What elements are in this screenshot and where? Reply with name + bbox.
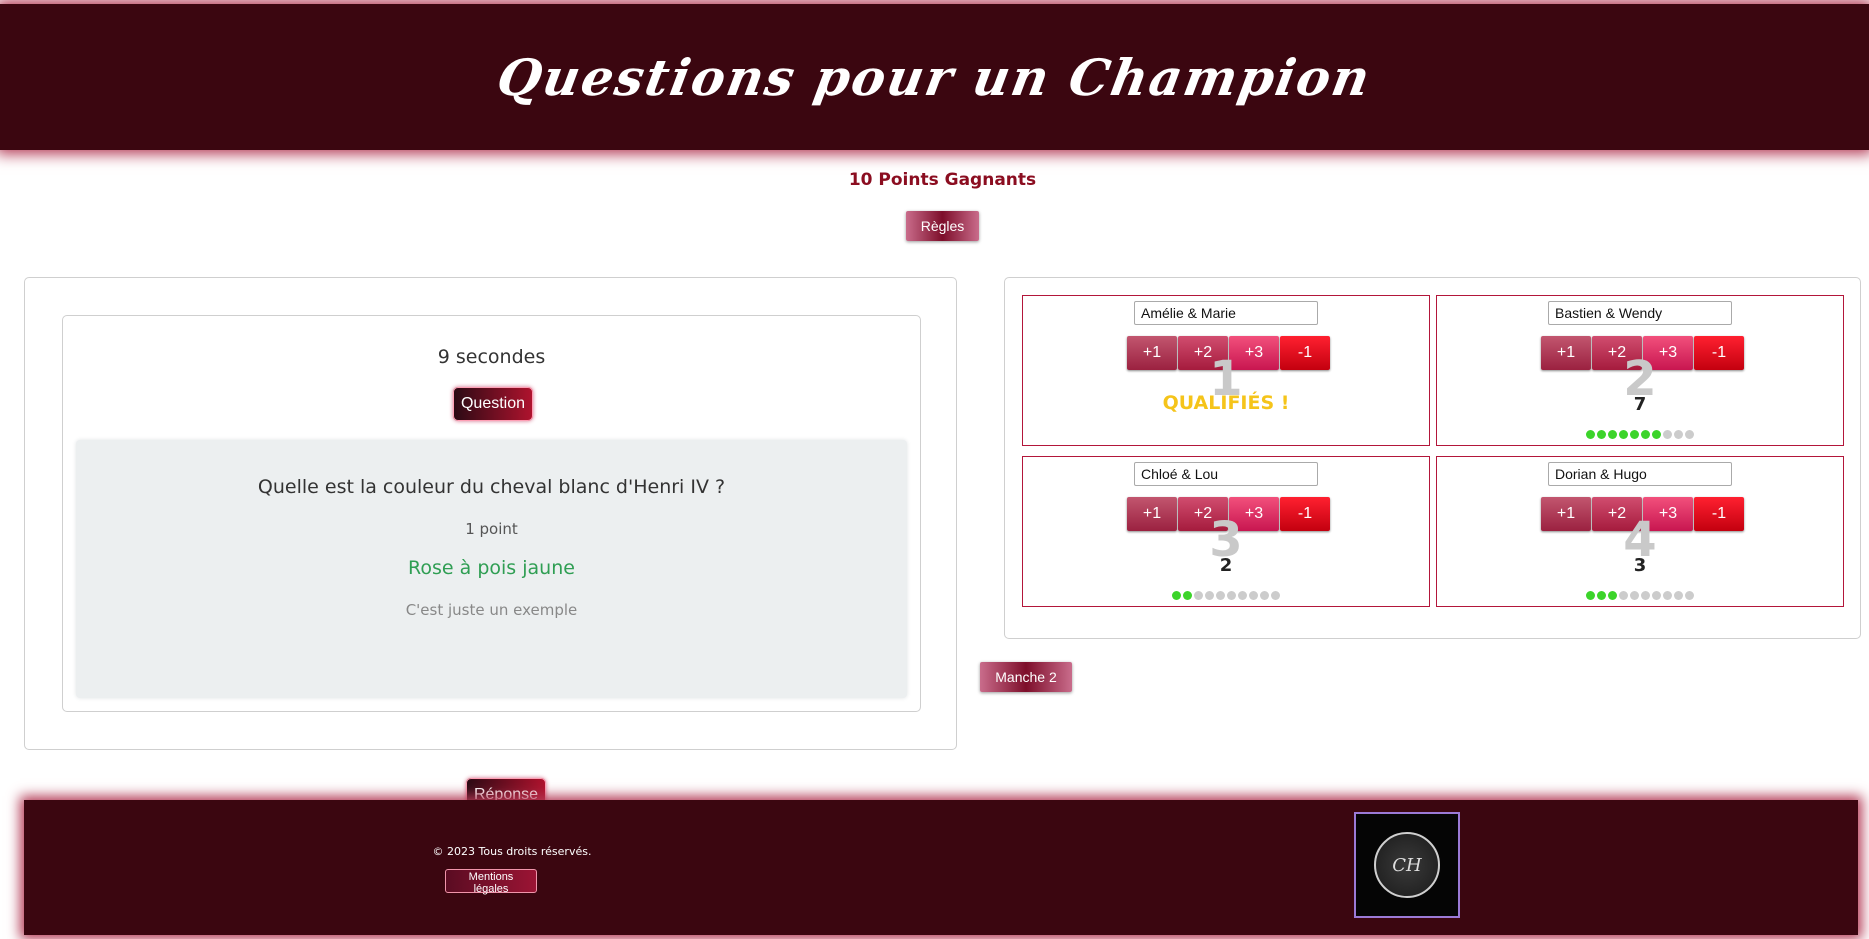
team-card-4: +1 +2 +3 -1 4 3 bbox=[1436, 456, 1844, 607]
question-text: Quelle est la couleur du cheval blanc d'… bbox=[257, 476, 726, 498]
progress-dot-filled bbox=[1608, 591, 1617, 600]
progress-dot-filled bbox=[1597, 591, 1606, 600]
progress-dot-empty bbox=[1260, 591, 1269, 600]
progress-dot-filled bbox=[1652, 430, 1661, 439]
team-name-input[interactable] bbox=[1548, 462, 1732, 486]
progress-dot-empty bbox=[1227, 591, 1236, 600]
progress-dot-empty bbox=[1663, 430, 1672, 439]
team-name-input[interactable] bbox=[1134, 462, 1318, 486]
progress-dot-filled bbox=[1597, 430, 1606, 439]
progress-dot-filled bbox=[1641, 430, 1650, 439]
progress-dots bbox=[1023, 591, 1429, 600]
team-score: 3 bbox=[1633, 555, 1647, 576]
progress-dot-filled bbox=[1630, 430, 1639, 439]
qualified-label: QUALIFIÉS ! bbox=[1162, 392, 1290, 414]
team-name-input[interactable] bbox=[1134, 301, 1318, 325]
team-card-3: +1 +2 +3 -1 3 2 bbox=[1022, 456, 1430, 607]
progress-dot-empty bbox=[1271, 591, 1280, 600]
progress-dot-empty bbox=[1652, 591, 1661, 600]
progress-dot-empty bbox=[1205, 591, 1214, 600]
answer-box: Quelle est la couleur du cheval blanc d'… bbox=[76, 440, 907, 812]
site-title: Questions pour un Champion bbox=[492, 47, 1377, 107]
question-card: 9 secondes Question Quelle est la couleu… bbox=[62, 315, 921, 812]
progress-dot-empty bbox=[1641, 591, 1650, 600]
progress-dot-empty bbox=[1238, 591, 1247, 600]
progress-dot-filled bbox=[1586, 430, 1595, 439]
progress-dots bbox=[1437, 430, 1843, 439]
progress-dot-empty bbox=[1630, 591, 1639, 600]
progress-dot-empty bbox=[1674, 591, 1683, 600]
next-round-button[interactable]: Manche 2 bbox=[980, 662, 1072, 692]
team-score: 2 bbox=[1219, 555, 1233, 576]
team-score: 7 bbox=[1633, 394, 1647, 415]
logo[interactable]: CH bbox=[1354, 812, 1460, 918]
progress-dot-filled bbox=[1619, 430, 1628, 439]
answer-text: Rose à pois jaune bbox=[408, 557, 575, 579]
progress-dot-empty bbox=[1216, 591, 1225, 600]
footer: © 2023 Tous droits réservés. Mentions lé… bbox=[24, 800, 1858, 935]
progress-dot-filled bbox=[1172, 591, 1181, 600]
team-card-1: +1 +2 +3 -1 1 QUALIFIÉS ! bbox=[1022, 295, 1430, 446]
quiz-panel: 9 secondes Question Quelle est la couleu… bbox=[24, 277, 957, 812]
answer-note: C'est juste un exemple bbox=[405, 601, 578, 619]
scoreboard-panel: +1 +2 +3 -1 1 QUALIFIÉS ! +1 +2 +3 -1 2 … bbox=[1004, 277, 1861, 639]
logo-monogram: CH bbox=[1374, 832, 1440, 898]
team-card-2: +1 +2 +3 -1 2 7 bbox=[1436, 295, 1844, 446]
progress-dot-empty bbox=[1685, 591, 1694, 600]
game-mode-subtitle: 10 Points Gagnants bbox=[848, 170, 1037, 190]
progress-dot-empty bbox=[1194, 591, 1203, 600]
progress-dot-empty bbox=[1685, 430, 1694, 439]
progress-dot-filled bbox=[1183, 591, 1192, 600]
header: Questions pour un Champion bbox=[0, 4, 1869, 150]
progress-dot-empty bbox=[1674, 430, 1683, 439]
progress-dots bbox=[1437, 591, 1843, 600]
progress-dot-empty bbox=[1249, 591, 1258, 600]
copyright-text: © 2023 Tous droits réservés. bbox=[432, 845, 592, 858]
progress-dot-filled bbox=[1586, 591, 1595, 600]
team-name-input[interactable] bbox=[1548, 301, 1732, 325]
rules-button[interactable]: Règles bbox=[906, 211, 979, 241]
progress-dot-empty bbox=[1663, 591, 1672, 600]
legal-notice-button[interactable]: Mentions légales bbox=[445, 869, 537, 895]
question-button[interactable]: Question bbox=[453, 387, 533, 421]
question-points: 1 point bbox=[465, 520, 518, 538]
timer: 9 secondes bbox=[437, 346, 546, 368]
progress-dot-filled bbox=[1608, 430, 1617, 439]
progress-dot-empty bbox=[1619, 591, 1628, 600]
